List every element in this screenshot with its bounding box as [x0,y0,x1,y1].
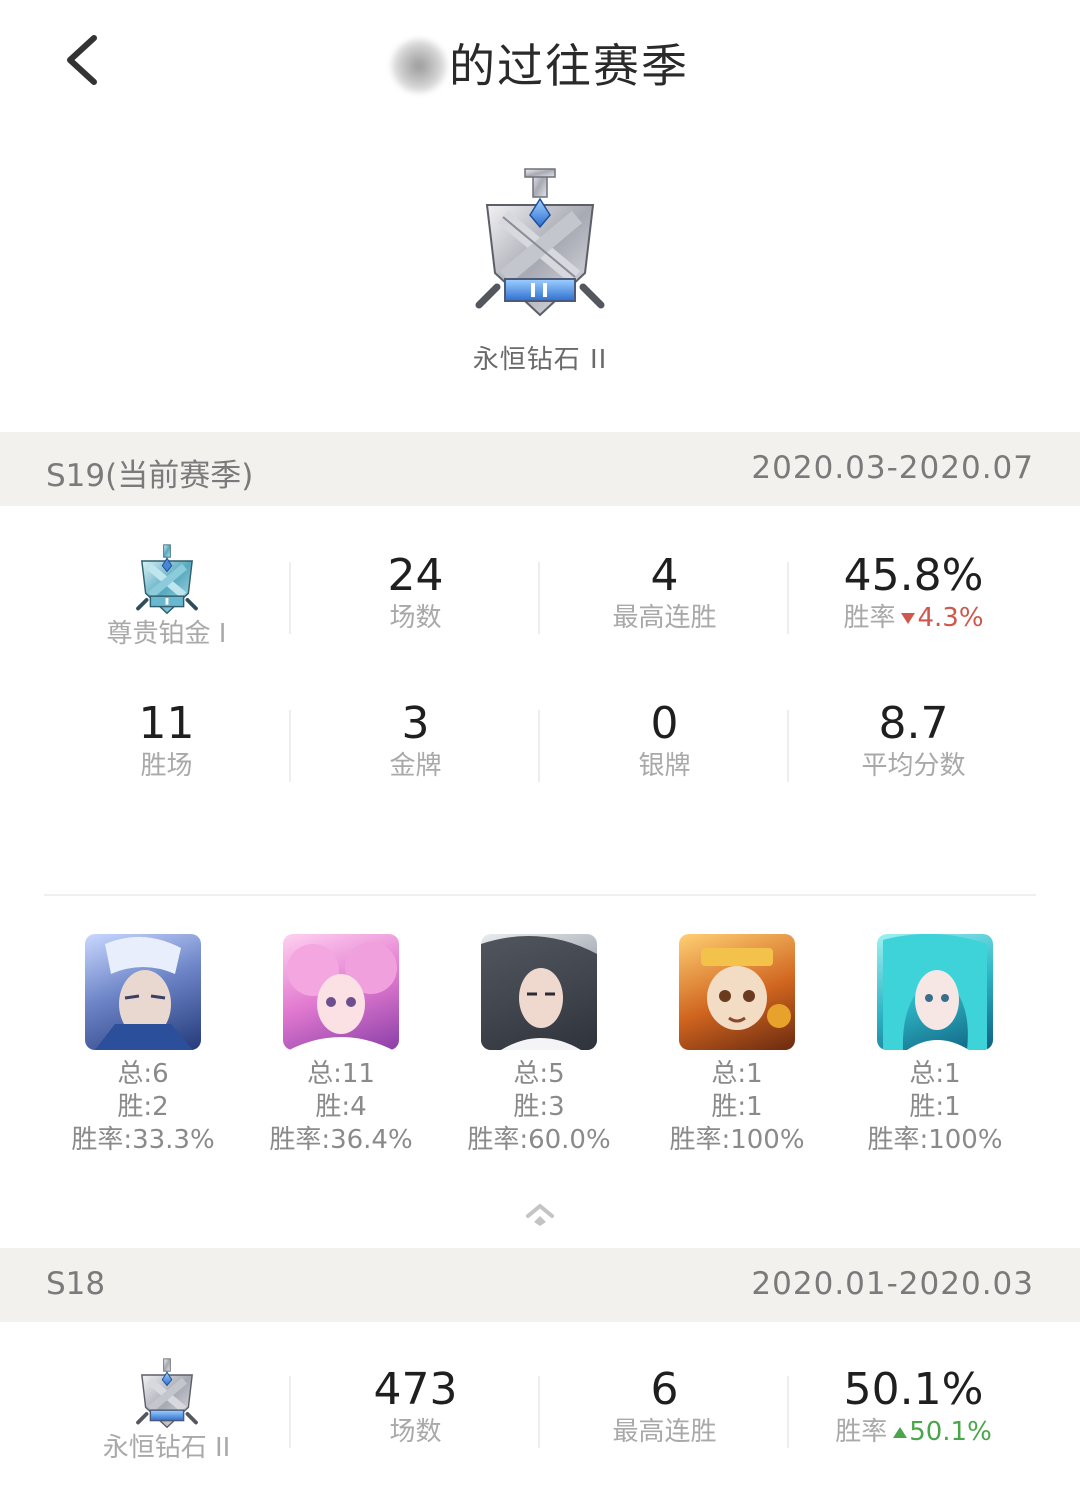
games-cell: 473 场数 [291,1356,540,1466]
winrate-label: 胜率 [843,603,896,633]
hero-wins: 胜:2 [117,1092,169,1122]
hero-list: 总:6 胜:2 胜率:33.3% 总:11 胜:4 胜率:36.4% 总:5 胜… [44,934,1036,1164]
hero-card[interactable]: 总:1 胜:1 胜率:100% [638,934,836,1157]
streak-value: 6 [650,1364,679,1415]
season-header-s18[interactable]: S18 2020.01-2020.03 [0,1248,1080,1322]
hero-card[interactable]: 总:5 胜:3 胜率:60.0% [440,934,638,1157]
hero-winrate: 胜率:60.0% [467,1125,611,1155]
hero-total-games: 总:1 [711,1059,763,1089]
games-value: 24 [387,550,444,601]
gold-medal-cell: 3 金牌 [291,690,540,800]
collapse-chevron-icon [526,1204,554,1226]
season-date-range: 2020.01-2020.03 [751,1266,1034,1302]
games-cell: 24 场数 [291,542,540,652]
avg-score-label: 平均分数 [861,751,966,781]
wins-cell: 11 胜场 [42,690,291,800]
season-stats-row-2: 11 胜场 3 金牌 0 银牌 8.7 平均分数 [42,690,1038,800]
hero-wins: 胜:4 [315,1092,367,1122]
season-rank-cell: 尊贵铂金 I [42,542,291,652]
streak-label: 最高连胜 [612,1417,717,1447]
winrate-delta: 50.1% [909,1417,992,1447]
season-name: S18 [46,1266,106,1302]
games-label: 场数 [389,1417,442,1447]
hero-portrait [877,934,993,1050]
current-rank: 永恒钻石 II [0,165,1080,376]
winrate-delta: 4.3% [917,603,984,633]
hero-total-games: 总:6 [117,1059,169,1089]
winrate-label: 胜率 [835,1417,888,1447]
hero-portrait [283,934,399,1050]
season-rank-label: 尊贵铂金 I [106,619,227,649]
hero-portrait [85,934,201,1050]
winrate-value: 45.8% [843,550,984,601]
winrate-value: 50.1% [843,1364,984,1415]
top-bar: 的过往赛季 [0,0,1080,120]
silver-medal-value: 0 [650,698,679,749]
avg-score-value: 8.7 [878,698,949,749]
page-title-text: 的过往赛季 [449,39,689,93]
hero-total-games: 总:11 [307,1059,375,1089]
streak-cell: 4 最高连胜 [540,542,789,652]
hero-card[interactable]: 总:6 胜:2 胜率:33.3% [44,934,242,1157]
hero-card[interactable]: 总:1 胜:1 胜率:100% [836,934,1034,1157]
gold-medal-value: 3 [401,698,430,749]
trend-up-icon [893,1427,908,1438]
diamond-rank-emblem [135,1358,198,1429]
hero-portrait [679,934,795,1050]
avg-score-cell: 8.7 平均分数 [789,690,1038,800]
wins-value: 11 [138,698,195,749]
streak-value: 4 [650,550,679,601]
winrate-label-line: 胜率 4.3% [789,602,1038,634]
streak-label: 最高连胜 [612,603,717,633]
blurred-username [391,38,447,93]
season-rank-cell: 永恒钻石 II [42,1356,291,1466]
season-stats-row: 永恒钻石 II 473 场数 6 最高连胜 50.1% 胜率 50.1% [42,1356,1038,1466]
hero-portrait [481,934,597,1050]
wins-label: 胜场 [140,751,193,781]
silver-medal-label: 银牌 [638,751,691,781]
winrate-cell: 50.1% 胜率 50.1% [789,1356,1038,1466]
current-rank-label: 永恒钻石 II [472,345,608,375]
silver-medal-cell: 0 银牌 [540,690,789,800]
hero-winrate: 胜率:36.4% [269,1125,413,1155]
hero-winrate: 胜率:100% [669,1125,805,1155]
season-name: S19(当前赛季) [46,458,254,494]
winrate-cell: 45.8% 胜率 4.3% [789,542,1038,652]
season-stats-row: 尊贵铂金 I 24 场数 4 最高连胜 45.8% 胜率 4.3% [42,542,1038,652]
hero-total-games: 总:1 [909,1059,961,1089]
season-rank-label: 永恒钻石 II [102,1433,231,1463]
hero-wins: 胜:1 [909,1092,961,1122]
hero-total-games: 总:5 [513,1059,565,1089]
collapse-button[interactable] [522,1198,558,1228]
hero-wins: 胜:1 [711,1092,763,1122]
hero-winrate: 胜率:100% [867,1125,1003,1155]
platinum-rank-emblem [135,544,198,615]
hero-winrate: 胜率:33.3% [71,1125,215,1155]
hero-card[interactable]: 总:11 胜:4 胜率:36.4% [242,934,440,1157]
streak-cell: 6 最高连胜 [540,1356,789,1466]
season-date-range: 2020.03-2020.07 [751,450,1034,486]
gold-medal-label: 金牌 [389,751,442,781]
winrate-label-line: 胜率 50.1% [789,1416,1038,1448]
games-value: 473 [373,1364,458,1415]
section-divider [44,894,1036,896]
season-header-s19[interactable]: S19(当前赛季) 2020.03-2020.07 [0,432,1080,506]
trend-down-icon [901,613,916,624]
hero-wins: 胜:3 [513,1092,565,1122]
games-label: 场数 [389,603,442,633]
diamond-rank-emblem [475,168,605,317]
page-title: 的过往赛季 [0,30,1080,97]
